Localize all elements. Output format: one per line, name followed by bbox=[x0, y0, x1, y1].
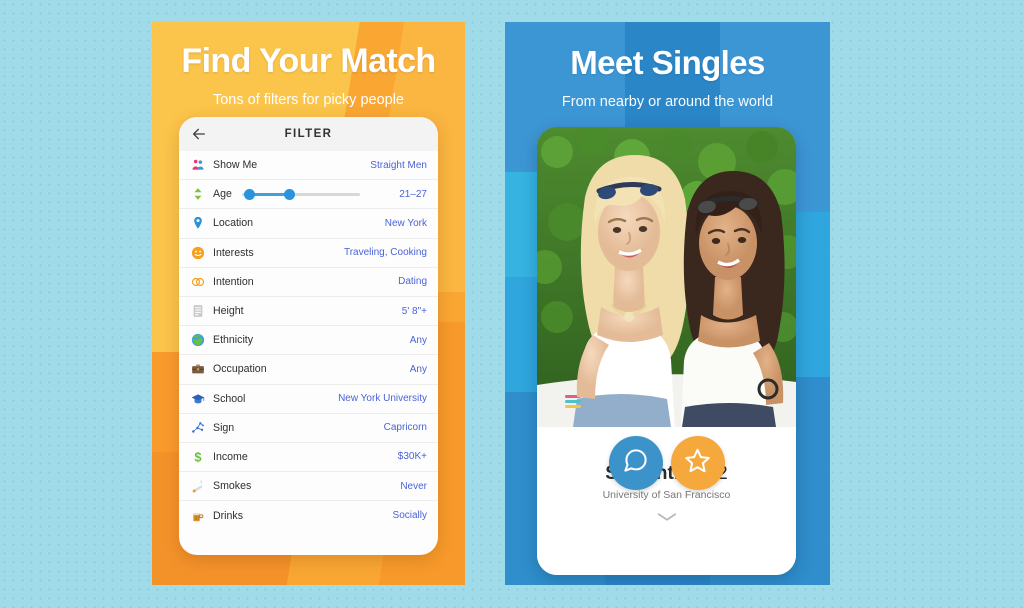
filter-row-age[interactable]: Age 21–27 bbox=[179, 180, 438, 210]
constellation-icon bbox=[190, 420, 205, 435]
filter-row-sign[interactable]: Sign Capricorn bbox=[179, 414, 438, 443]
profile-photo[interactable] bbox=[537, 127, 796, 427]
globe-icon bbox=[190, 333, 205, 348]
filter-label: Interests bbox=[213, 246, 254, 259]
left-panel-subtitle: Tons of filters for picky people bbox=[212, 92, 404, 108]
chat-bubble-icon bbox=[622, 447, 649, 479]
filter-value: New York bbox=[384, 217, 427, 229]
filter-label: Occupation bbox=[213, 363, 267, 376]
filter-value: $30K+ bbox=[397, 451, 427, 463]
filter-label: Show Me bbox=[213, 159, 258, 172]
filter-row-school[interactable]: School New York University bbox=[179, 385, 438, 414]
filter-label: Income bbox=[213, 450, 248, 463]
expand-profile-button[interactable] bbox=[537, 509, 796, 527]
filter-row-income[interactable]: $ Income $30K+ bbox=[179, 443, 438, 473]
slider-knob-max[interactable] bbox=[283, 188, 295, 200]
cigarette-icon bbox=[190, 479, 205, 494]
filter-value: Traveling, Cooking bbox=[343, 247, 427, 259]
briefcase-icon bbox=[190, 362, 205, 377]
filter-label: Smokes bbox=[213, 480, 252, 493]
chevron-down-icon bbox=[656, 509, 678, 527]
slider-knob-min[interactable] bbox=[243, 188, 255, 200]
action-buttons bbox=[537, 436, 796, 490]
favorite-button[interactable] bbox=[670, 436, 725, 490]
left-promo-panel: Find Your Match Tons of filters for pick… bbox=[152, 22, 465, 585]
up-down-arrows-icon bbox=[190, 187, 205, 202]
filter-row-occupation[interactable]: Occupation Any bbox=[179, 355, 438, 385]
right-panel-subtitle: From nearby or around the world bbox=[561, 94, 774, 110]
filter-value: Any bbox=[409, 334, 427, 346]
filter-value: Straight Men bbox=[370, 159, 427, 171]
filter-label: Location bbox=[213, 217, 254, 230]
right-promo-panel: Meet Singles From nearby or around the w… bbox=[505, 22, 830, 585]
smiley-face-icon bbox=[190, 245, 205, 260]
filter-row-drinks[interactable]: Drinks Socially bbox=[179, 501, 438, 530]
filter-label: Drinks bbox=[213, 509, 244, 522]
filter-value: Dating bbox=[398, 276, 427, 288]
filter-row-location[interactable]: Location New York bbox=[179, 209, 438, 239]
star-icon bbox=[684, 447, 711, 479]
profile-school: University of San Francisco bbox=[602, 489, 731, 501]
filter-row-height[interactable]: Height 5' 8"+ bbox=[179, 297, 438, 327]
filter-row-smokes[interactable]: Smokes Never bbox=[179, 472, 438, 502]
location-pin-icon bbox=[190, 216, 205, 231]
filter-header: FILTER bbox=[179, 117, 438, 151]
filter-row-ethnicity[interactable]: Ethnicity Any bbox=[179, 326, 438, 356]
two-rings-icon bbox=[190, 274, 205, 289]
filter-title: FILTER bbox=[284, 128, 333, 140]
age-range-slider[interactable] bbox=[241, 187, 360, 201]
filter-value: 21–27 bbox=[399, 188, 427, 200]
filter-label: Height bbox=[213, 305, 244, 318]
filter-value: New York University bbox=[338, 393, 427, 405]
profile-card-screen: Samantha, 22 University of San Francisco bbox=[537, 127, 796, 575]
filter-value: 5' 8"+ bbox=[401, 305, 427, 317]
filter-row-intention[interactable]: Intention Dating bbox=[179, 268, 438, 297]
filter-screen: FILTER Show Me Straight Men Age 21–27 Lo… bbox=[179, 117, 438, 555]
ruler-list-icon bbox=[190, 304, 205, 319]
beer-mug-icon bbox=[190, 508, 205, 523]
page-root: Find Your Match Tons of filters for pick… bbox=[0, 0, 1024, 608]
filter-value: Any bbox=[409, 363, 427, 375]
filter-row-show-me[interactable]: Show Me Straight Men bbox=[179, 151, 438, 181]
filter-row-interests[interactable]: Interests Traveling, Cooking bbox=[179, 239, 438, 268]
filter-label: Age bbox=[213, 188, 232, 201]
filter-label: Ethnicity bbox=[213, 334, 254, 347]
filter-label: Sign bbox=[213, 421, 235, 434]
filter-value: Never bbox=[400, 480, 427, 492]
filter-label: School bbox=[213, 392, 246, 405]
filter-label: Intention bbox=[213, 275, 254, 288]
two-people-icon bbox=[190, 158, 205, 173]
filter-value: Capricorn bbox=[383, 422, 427, 434]
message-button[interactable] bbox=[608, 436, 663, 490]
profile-info: Samantha, 22 University of San Francisco bbox=[537, 436, 796, 575]
svg-text:$: $ bbox=[194, 450, 201, 464]
left-panel-title: Find Your Match bbox=[181, 42, 436, 80]
dollar-sign-icon: $ bbox=[190, 449, 205, 464]
filter-value: Socially bbox=[392, 510, 427, 522]
right-panel-title: Meet Singles bbox=[570, 44, 765, 81]
graduation-cap-icon bbox=[190, 391, 205, 406]
